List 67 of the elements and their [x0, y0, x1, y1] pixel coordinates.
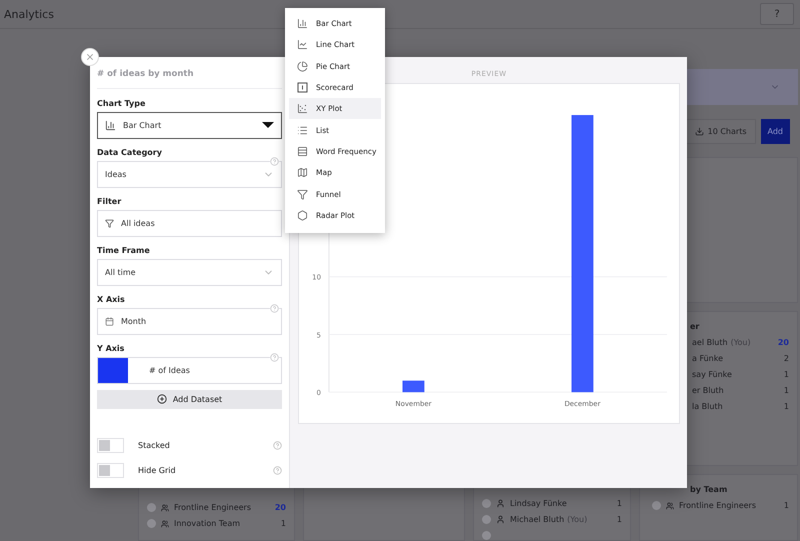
pie-chart-icon — [297, 60, 308, 72]
info-icon — [273, 466, 282, 475]
toggle-label: Stacked — [138, 440, 171, 450]
info-icon — [270, 352, 279, 362]
team-icon — [161, 520, 169, 528]
plus-icon — [156, 394, 167, 404]
person-name: a Fünke — [692, 354, 724, 363]
team-name: Innovation Team — [174, 519, 242, 528]
select-field[interactable]: Bar Chart — [97, 112, 282, 139]
team-name: Frontline Engineers — [679, 501, 758, 510]
bar — [402, 380, 424, 392]
color-swatch[interactable] — [98, 358, 128, 383]
field-label: Data Category — [97, 148, 163, 157]
person-name: Lindsay Fünke — [510, 499, 568, 508]
bar-chart-icon — [297, 18, 308, 30]
filter-icon — [105, 218, 114, 228]
rows-icon — [297, 146, 308, 157]
person-icon — [496, 499, 505, 508]
count: 1 — [784, 501, 789, 510]
field-label: Filter — [97, 196, 122, 206]
person-name: la Bluth — [692, 402, 724, 411]
info-icon — [270, 304, 279, 313]
download-icon — [694, 126, 704, 136]
toggle-switch[interactable] — [97, 462, 124, 478]
close-icon — [85, 52, 95, 62]
field-label: Chart Type — [97, 99, 146, 108]
count: 1 — [784, 386, 789, 395]
toggle-switch[interactable] — [97, 438, 124, 453]
toggle-label: Hide Grid — [138, 466, 177, 475]
count: 2 — [784, 354, 789, 363]
scatter-chart-icon — [297, 103, 308, 114]
field-label: X Axis — [97, 294, 126, 304]
map-icon — [297, 167, 308, 178]
calendar-icon — [105, 316, 114, 326]
count: 1 — [280, 519, 286, 528]
info-icon — [273, 440, 282, 450]
team-icon — [161, 504, 169, 512]
card-title: er — [689, 322, 700, 331]
team-name: Frontline Engineers — [174, 503, 252, 512]
count: 20 — [274, 503, 286, 512]
line-chart-icon — [297, 39, 308, 50]
count: 1 — [616, 515, 622, 524]
bar-chart-icon — [105, 120, 116, 131]
rank-badge — [652, 501, 661, 510]
caret-icon — [262, 122, 274, 128]
count: 20 — [778, 338, 789, 347]
person-icon — [496, 515, 505, 524]
select-field[interactable]: All time — [97, 258, 282, 286]
field-label: Time Frame — [97, 246, 151, 255]
add-button[interactable]: Add — [760, 118, 790, 144]
input-field[interactable]: All ideas — [97, 210, 282, 237]
team-icon — [666, 502, 674, 510]
page-title: Analytics — [4, 8, 54, 20]
count: 1 — [616, 499, 622, 508]
hexagon-icon — [297, 210, 308, 221]
count: 1 — [784, 370, 789, 379]
person-name: er Bluth — [692, 386, 725, 395]
close-button[interactable] — [81, 48, 99, 66]
funnel-icon — [297, 188, 308, 200]
chart-title: # of ideas by month — [97, 57, 282, 89]
field-label: Y Axis — [97, 344, 126, 353]
count: 1 — [784, 402, 789, 411]
info-icon — [270, 156, 279, 166]
add-dataset-button[interactable]: Add Dataset — [97, 390, 282, 409]
card-title: by Team — [689, 485, 728, 494]
person-name: say Fünke — [692, 370, 733, 379]
scorecard-icon — [297, 82, 308, 94]
